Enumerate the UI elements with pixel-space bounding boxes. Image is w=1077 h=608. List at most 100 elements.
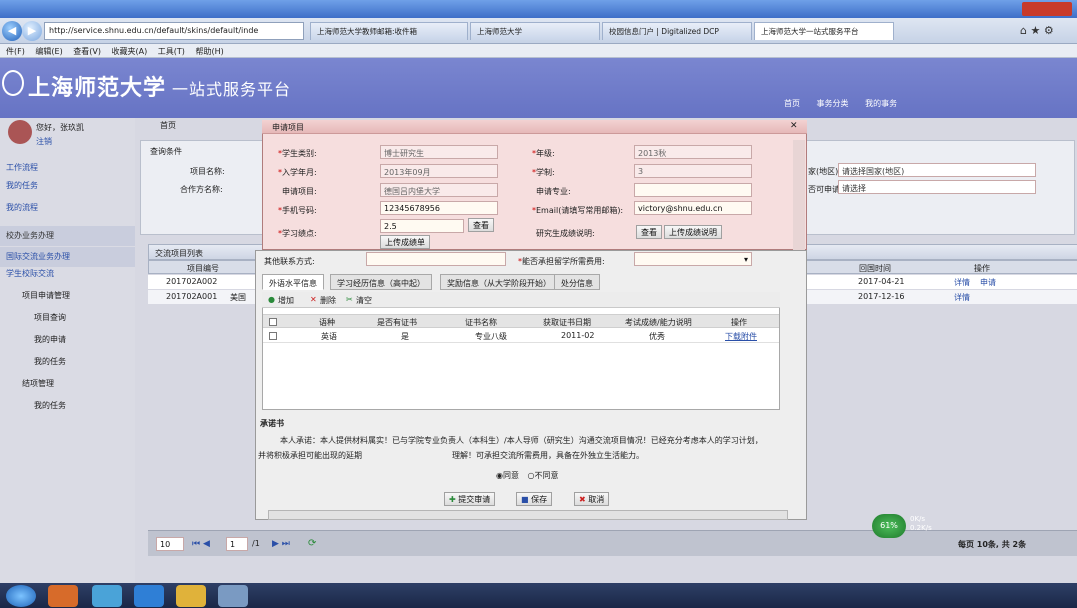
submit-button[interactable]: ✚ 提交审请: [444, 492, 496, 506]
delete-button[interactable]: 删除: [320, 295, 336, 306]
clear-button[interactable]: 清空: [356, 295, 372, 306]
country-select[interactable]: 请选择国家(地区): [838, 163, 1036, 177]
add-button[interactable]: 增加: [278, 295, 294, 306]
tab-service-platform[interactable]: 上海师范大学一站式服务平台: [754, 22, 894, 40]
horizontal-scrollbar[interactable]: [268, 510, 788, 520]
enroll-date-field[interactable]: 2013年09月: [380, 164, 498, 178]
menu-view[interactable]: 查看(V): [73, 47, 101, 56]
cancel-button[interactable]: ✖ 取消: [574, 492, 610, 506]
url-input[interactable]: http://service.shnu.edu.cn/default/skins…: [44, 22, 304, 40]
gpa-field[interactable]: 2.5: [380, 219, 464, 233]
tab-portal[interactable]: 校园信息门户 | Digitalized DCP: [602, 22, 752, 40]
commitment-line-1: 本人承诺：本人提供材料属实！已与学院专业负责人（本科生）/本人导师（研究生）沟通…: [280, 436, 763, 445]
sidebar-section-office[interactable]: 校办业务办理: [0, 226, 135, 246]
start-button-icon[interactable]: [6, 585, 36, 607]
nav-home[interactable]: 首页: [784, 99, 800, 108]
sidebar-item-my-tasks[interactable]: 我的任务: [0, 176, 135, 196]
apply-link[interactable]: 申请: [980, 277, 996, 288]
next-page-icon[interactable]: ▶ ⏭: [272, 539, 290, 549]
dialog-scrollbar[interactable]: [793, 140, 805, 250]
apply-select[interactable]: 请选择: [838, 180, 1036, 194]
other-contact-field[interactable]: [366, 252, 506, 266]
tab-study-history[interactable]: 学习经历信息（高中起）: [330, 274, 432, 290]
email-field[interactable]: victory@shnu.edu.cn: [634, 201, 752, 215]
page-input[interactable]: 1: [226, 537, 248, 551]
menu-help[interactable]: 帮助(H): [195, 47, 223, 56]
dialog-header: 申请项目 ✕: [262, 120, 807, 134]
agree-radio[interactable]: ◉: [496, 471, 503, 480]
sidebar-item-project-query[interactable]: 项目查询: [0, 308, 135, 328]
search-title: 查询条件: [150, 147, 182, 156]
save-label: 保存: [531, 495, 548, 504]
page-size-select[interactable]: 10: [156, 537, 184, 551]
col-return-date: 回国时间: [859, 264, 891, 273]
sidebar-item-closeout-task[interactable]: 我的任务: [0, 396, 135, 416]
menu-edit[interactable]: 编辑(E): [35, 47, 62, 56]
download-attachment-link[interactable]: 下载附件: [725, 331, 757, 342]
detail-link[interactable]: 详情: [954, 292, 970, 303]
breadcrumb[interactable]: 首页: [160, 120, 176, 131]
view-explain-button[interactable]: 查看: [636, 225, 662, 239]
delete-icon[interactable]: ✕: [310, 295, 317, 304]
col-has-cert: 是否有证书: [377, 318, 417, 327]
clear-icon[interactable]: ✂: [346, 295, 353, 304]
upload-explain-button[interactable]: 上传成绩说明: [664, 225, 722, 239]
tab-awards[interactable]: 奖励信息（从大学阶段开始）: [440, 274, 558, 290]
tab-shnu[interactable]: 上海师范大学: [470, 22, 600, 40]
cancel-label: 取消: [588, 495, 605, 504]
fee-select[interactable]: ▾: [634, 252, 752, 266]
disagree-radio[interactable]: ○: [528, 471, 535, 480]
detail-link[interactable]: 详情: [954, 277, 970, 288]
ie-browser-icon[interactable]: [134, 585, 164, 607]
major-field[interactable]: [634, 183, 752, 197]
logo-text: 上海师范大学: [28, 75, 167, 101]
nav-my-affairs[interactable]: 我的事务: [865, 99, 897, 108]
tab-punishment[interactable]: 处分信息: [554, 274, 600, 290]
student-type-field[interactable]: 博士研究生: [380, 145, 498, 159]
menu-file[interactable]: 件(F): [6, 47, 25, 56]
upload-transcript-button[interactable]: 上传成绩单: [380, 235, 430, 249]
forward-arrow-icon[interactable]: ▶: [22, 21, 42, 41]
sidebar-item-student-exchange[interactable]: 学生校际交流: [0, 264, 135, 284]
save-button[interactable]: ■ 保存: [516, 492, 553, 506]
project-list-title: 交流项目列表: [155, 249, 203, 258]
taskbar-app-icon[interactable]: [218, 585, 248, 607]
grade-field[interactable]: 2013秋: [634, 145, 752, 159]
menu-tools[interactable]: 工具(T): [158, 47, 185, 56]
window-close-button[interactable]: [1022, 2, 1072, 16]
cell-score: 优秀: [649, 332, 665, 341]
dialog-title: 申请项目: [272, 123, 304, 132]
sidebar-item-workflow[interactable]: 工作流程: [0, 158, 135, 178]
select-all-checkbox[interactable]: [269, 318, 277, 326]
col-cert-name: 证书名称: [465, 318, 497, 327]
row-return-date: 2017-12-16: [858, 292, 905, 301]
logout-link[interactable]: 注销: [36, 136, 52, 147]
tab-language[interactable]: 外语水平信息: [262, 274, 324, 290]
taskbar-app-icon[interactable]: [92, 585, 122, 607]
sidebar-item-my-application[interactable]: 我的申请: [0, 330, 135, 350]
row-checkbox[interactable]: [269, 332, 277, 340]
back-arrow-icon[interactable]: ◀: [2, 21, 22, 41]
sidebar-item-my-process[interactable]: 我的流程: [0, 198, 135, 218]
pager: 10 ⏮ ◀ 1 /1 ▶ ⏭ ⟳ 每页 10条, 共 2条: [148, 530, 1077, 556]
folder-icon[interactable]: [176, 585, 206, 607]
add-icon[interactable]: ●: [268, 295, 275, 304]
project-field[interactable]: 德国吕内堡大学: [380, 183, 498, 197]
first-page-icon[interactable]: ⏮ ◀: [192, 539, 210, 549]
taskbar-app-icon[interactable]: [48, 585, 78, 607]
menu-favorites[interactable]: 收藏夹(A): [112, 47, 148, 56]
chevron-down-icon[interactable]: ▾: [744, 255, 748, 264]
length-field[interactable]: 3: [634, 164, 752, 178]
table-row[interactable]: 英语 是 专业八级 2011-02 优秀 下载附件: [263, 329, 779, 343]
refresh-icon[interactable]: ⟳: [308, 538, 316, 549]
phone-field[interactable]: 12345678956: [380, 201, 498, 215]
sidebar-item-my-task[interactable]: 我的任务: [0, 352, 135, 372]
tab-mail[interactable]: 上海师范大学教师邮箱:收件箱: [310, 22, 468, 40]
home-star-gear-icons[interactable]: ⌂ ★ ⚙: [1020, 24, 1054, 37]
nav-categories[interactable]: 事务分类: [817, 99, 849, 108]
view-gpa-button[interactable]: 查看: [468, 218, 494, 232]
cell-language: 英语: [321, 332, 337, 341]
sidebar-item-closeout[interactable]: 结项管理: [0, 374, 135, 394]
sidebar-item-project-apply[interactable]: 项目申请管理: [0, 286, 135, 306]
close-icon[interactable]: ✕: [790, 121, 798, 131]
